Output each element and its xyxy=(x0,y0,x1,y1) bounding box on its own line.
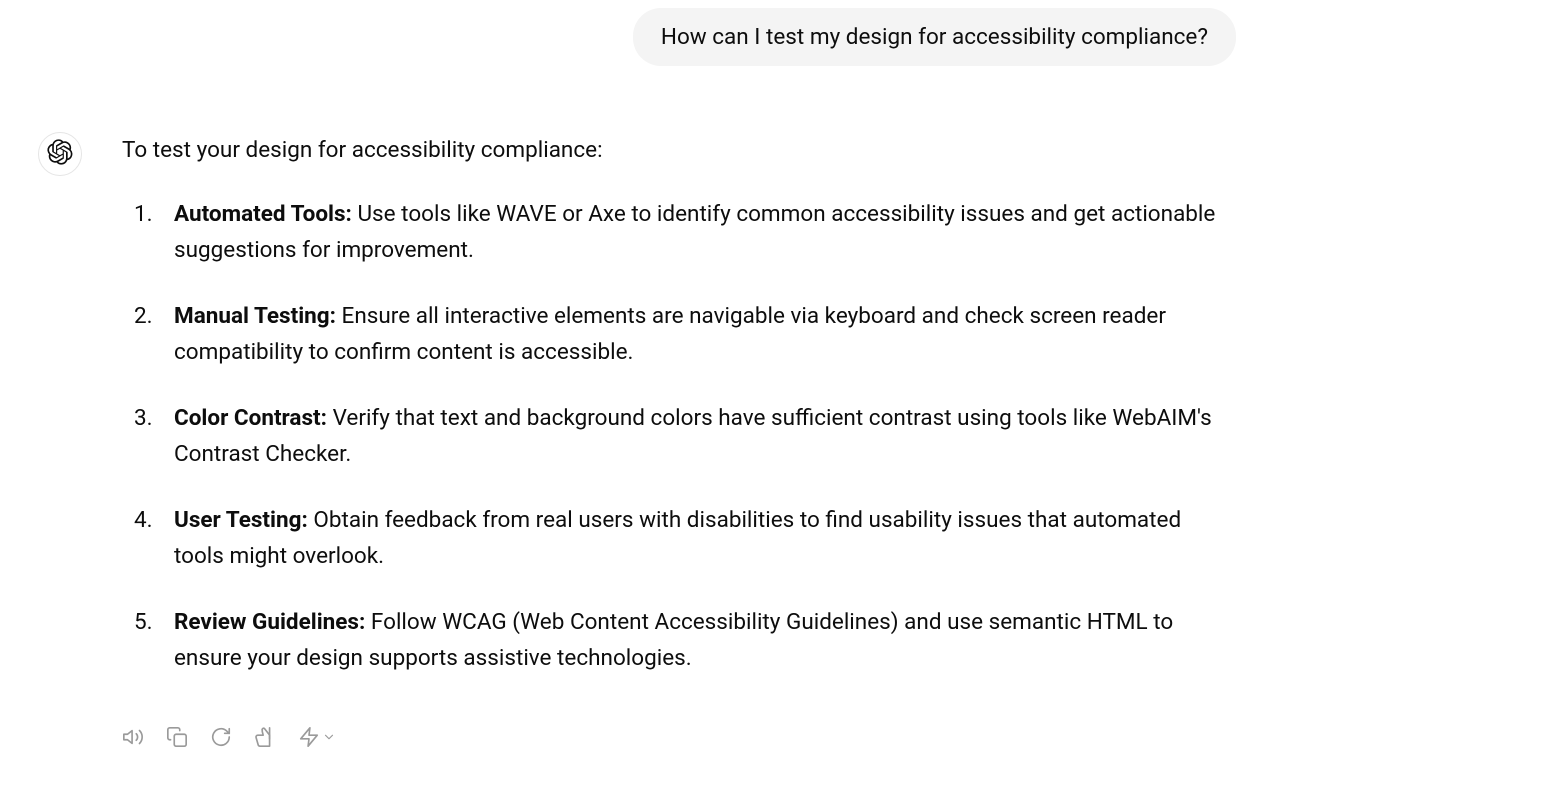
list-item: User Testing: Obtain feedback from real … xyxy=(134,502,1236,574)
list-item: Manual Testing: Ensure all interactive e… xyxy=(134,298,1236,370)
read-aloud-button[interactable] xyxy=(122,726,144,751)
assistant-steps-list: Automated Tools: Use tools like WAVE or … xyxy=(122,196,1236,676)
chevron-down-icon xyxy=(322,730,336,747)
user-message-bubble: How can I test my design for accessibili… xyxy=(633,8,1236,66)
assistant-message-content: To test your design for accessibility co… xyxy=(122,134,1236,706)
assistant-intro-text: To test your design for accessibility co… xyxy=(122,134,1236,168)
list-item: Automated Tools: Use tools like WAVE or … xyxy=(134,196,1236,268)
step-title: Color Contrast: xyxy=(174,405,327,431)
assistant-avatar xyxy=(38,132,82,176)
list-item: Color Contrast: Verify that text and bac… xyxy=(134,400,1236,472)
step-title: User Testing: xyxy=(174,507,308,533)
message-actions xyxy=(0,726,1546,751)
assistant-message-row: To test your design for accessibility co… xyxy=(0,134,1546,706)
user-message-text: How can I test my design for accessibili… xyxy=(661,24,1208,50)
step-title: Review Guidelines: xyxy=(174,609,365,635)
refresh-icon xyxy=(210,726,232,751)
bad-response-button[interactable] xyxy=(254,726,276,751)
step-body: Obtain feedback from real users with dis… xyxy=(174,507,1181,569)
step-title: Manual Testing: xyxy=(174,303,336,329)
more-actions-button[interactable] xyxy=(298,726,336,751)
lightning-icon xyxy=(298,726,320,751)
chat-container: How can I test my design for accessibili… xyxy=(0,0,1546,751)
step-title: Automated Tools: xyxy=(174,201,352,227)
copy-button[interactable] xyxy=(166,726,188,751)
step-body: Verify that text and background colors h… xyxy=(174,405,1212,467)
list-item: Review Guidelines: Follow WCAG (Web Cont… xyxy=(134,604,1236,676)
user-message-row: How can I test my design for accessibili… xyxy=(0,8,1546,66)
regenerate-button[interactable] xyxy=(210,726,232,751)
speaker-icon xyxy=(122,726,144,751)
openai-logo-icon xyxy=(47,139,73,169)
copy-icon xyxy=(166,726,188,751)
thumbs-down-icon xyxy=(254,726,276,751)
